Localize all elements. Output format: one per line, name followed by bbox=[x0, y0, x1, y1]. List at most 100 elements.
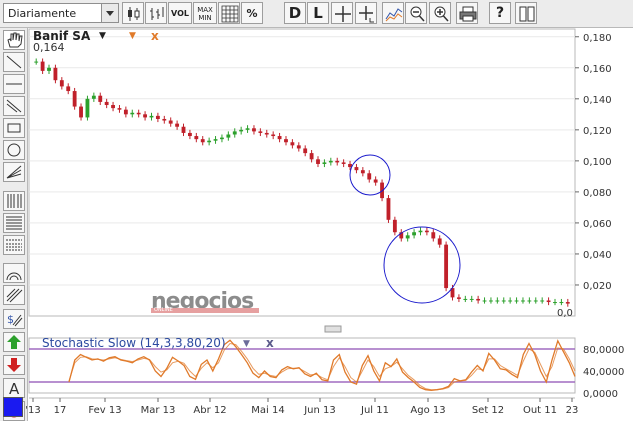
x-tick-label: Mai 14 bbox=[251, 405, 284, 416]
candle-body[interactable] bbox=[386, 198, 391, 220]
candle-body[interactable] bbox=[540, 300, 545, 302]
candle-body[interactable] bbox=[155, 115, 160, 119]
candle-body[interactable] bbox=[373, 179, 378, 183]
candle-body[interactable] bbox=[284, 139, 288, 143]
candle-body[interactable] bbox=[40, 61, 45, 71]
candle-body[interactable] bbox=[553, 302, 557, 304]
candle-body[interactable] bbox=[514, 300, 519, 302]
candle-body[interactable] bbox=[392, 219, 397, 233]
x-tick-label: Set 12 bbox=[472, 405, 504, 416]
candle-body[interactable] bbox=[98, 95, 103, 102]
candle-body[interactable] bbox=[290, 142, 295, 146]
candle-body[interactable] bbox=[79, 106, 83, 118]
candle-body[interactable] bbox=[469, 298, 474, 300]
candle-body[interactable] bbox=[168, 120, 173, 124]
candle-body[interactable] bbox=[213, 139, 218, 141]
candle-body[interactable] bbox=[546, 300, 551, 303]
candle-body[interactable] bbox=[175, 123, 180, 127]
candle-body[interactable] bbox=[521, 300, 525, 302]
candle-body[interactable] bbox=[527, 300, 532, 302]
stochastic-label[interactable]: Stochastic Slow (14,3,3,80,20) bbox=[42, 336, 226, 350]
candle-body[interactable] bbox=[194, 136, 199, 140]
candle-body[interactable] bbox=[565, 302, 570, 304]
stock-dropdown-icon[interactable]: ▼ bbox=[99, 31, 106, 41]
candle-body[interactable] bbox=[303, 148, 308, 154]
candle-body[interactable] bbox=[85, 98, 90, 118]
candle-body[interactable] bbox=[47, 67, 51, 71]
x-tick-label: Abr 12 bbox=[193, 405, 226, 416]
candle-body[interactable] bbox=[181, 126, 186, 133]
x-tick-label: Mar 13 bbox=[141, 405, 176, 416]
candle-body[interactable] bbox=[258, 131, 263, 133]
candle-body[interactable] bbox=[444, 244, 449, 289]
candle-body[interactable] bbox=[508, 300, 513, 302]
candle-body[interactable] bbox=[412, 232, 417, 236]
candle-body[interactable] bbox=[418, 230, 423, 233]
candle-body[interactable] bbox=[476, 298, 481, 301]
candle-body[interactable] bbox=[328, 160, 333, 163]
candle-body[interactable] bbox=[335, 160, 340, 163]
candle-body[interactable] bbox=[482, 300, 487, 302]
price-plot-area[interactable] bbox=[28, 28, 576, 317]
candle-body[interactable] bbox=[91, 95, 96, 99]
candle-body[interactable] bbox=[431, 232, 436, 239]
candle-body[interactable] bbox=[111, 105, 115, 109]
x-tick-label: Jun 13 bbox=[303, 405, 336, 416]
candle-body[interactable] bbox=[360, 170, 365, 174]
candle-body[interactable] bbox=[296, 145, 301, 149]
x-tick-label: Jul 11 bbox=[360, 405, 389, 416]
candle-body[interactable] bbox=[239, 129, 244, 132]
candle-body[interactable] bbox=[271, 134, 276, 137]
candle-body[interactable] bbox=[72, 91, 77, 107]
panel-splitter-handle[interactable] bbox=[324, 325, 342, 333]
candle-body[interactable] bbox=[456, 297, 461, 299]
candle-body[interactable] bbox=[252, 128, 256, 132]
series-menu-icon[interactable]: ▼ bbox=[129, 31, 136, 41]
stochastic-close-icon[interactable]: x bbox=[266, 336, 274, 350]
candle-body[interactable] bbox=[559, 302, 564, 304]
candle-body[interactable] bbox=[424, 230, 429, 233]
candle-body[interactable] bbox=[437, 238, 442, 245]
candle-body[interactable] bbox=[207, 140, 212, 143]
candle-body[interactable] bbox=[66, 86, 71, 92]
candle-body[interactable] bbox=[316, 159, 320, 164]
candle-body[interactable] bbox=[354, 167, 359, 171]
candle-body[interactable] bbox=[309, 153, 314, 160]
candle-body[interactable] bbox=[533, 300, 538, 302]
candle-body[interactable] bbox=[277, 136, 282, 140]
candle-body[interactable] bbox=[123, 109, 128, 115]
stochastic-y-tick-label: 40,0000 bbox=[583, 367, 624, 378]
price-y-tick-label: 0,140 bbox=[583, 95, 612, 106]
price-y-tick-label: 0,040 bbox=[583, 250, 612, 261]
candle-body[interactable] bbox=[117, 108, 122, 110]
price-y-tick-label: 0,160 bbox=[583, 64, 612, 75]
candle-body[interactable] bbox=[53, 67, 58, 81]
candle-body[interactable] bbox=[162, 118, 167, 121]
price-chart: 0,020 0,040 0,060 0,080 0,100 0,120 0,140 0,160… bbox=[25, 28, 624, 416]
candle-body[interactable] bbox=[34, 61, 39, 63]
candle-body[interactable] bbox=[226, 134, 231, 138]
candle-body[interactable] bbox=[367, 173, 372, 180]
series-close-icon[interactable]: x bbox=[151, 29, 159, 43]
candle-body[interactable] bbox=[245, 128, 250, 130]
candle-body[interactable] bbox=[130, 112, 135, 115]
candle-body[interactable] bbox=[149, 115, 154, 118]
candle-body[interactable] bbox=[264, 132, 269, 135]
candle-body[interactable] bbox=[136, 112, 141, 115]
candle-body[interactable] bbox=[341, 162, 346, 164]
stochastic-menu-icon[interactable]: ▼ bbox=[243, 339, 250, 349]
candle-body[interactable] bbox=[59, 80, 64, 87]
candle-body[interactable] bbox=[322, 162, 327, 164]
candle-body[interactable] bbox=[187, 132, 192, 137]
stochastic-y-tick-label: 80,0000 bbox=[583, 345, 624, 356]
candle-body[interactable] bbox=[489, 300, 493, 302]
candle-body[interactable] bbox=[495, 300, 500, 302]
candle-body[interactable] bbox=[405, 235, 410, 239]
candle-body[interactable] bbox=[501, 300, 506, 302]
candle-body[interactable] bbox=[232, 131, 237, 135]
candle-body[interactable] bbox=[143, 114, 148, 118]
candle-body[interactable] bbox=[200, 139, 205, 143]
candle-body[interactable] bbox=[104, 101, 109, 106]
candle-body[interactable] bbox=[220, 137, 224, 140]
candle-body[interactable] bbox=[463, 298, 468, 300]
